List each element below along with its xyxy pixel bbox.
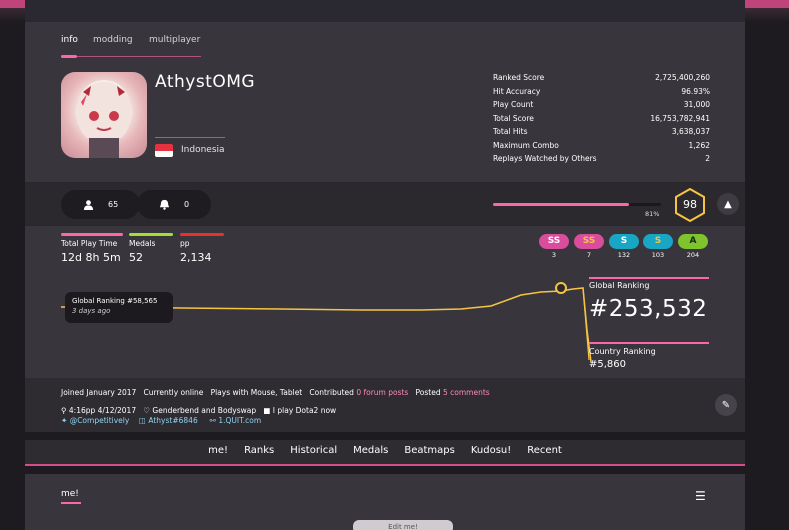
graph-tooltip: Global Ranking #58,565 3 days ago — [65, 292, 173, 323]
profile-details-row: ⚲ 4:16pp 4/12/2017 ♡ Genderbend and Body… — [61, 406, 337, 415]
global-rank-value: #253,532 — [589, 296, 708, 322]
user-icon — [83, 200, 94, 210]
bell-icon — [159, 199, 170, 210]
nav-ranks[interactable]: Ranks — [244, 445, 274, 456]
discord-icon: ◫ — [138, 416, 146, 425]
nav-medals[interactable]: Medals — [353, 445, 388, 456]
rank-history-point — [555, 282, 567, 294]
pencil-icon: ✎ — [721, 399, 731, 411]
grade-s-silver-badge: S — [609, 234, 639, 249]
avatar-illustration — [75, 80, 133, 158]
nav-historical[interactable]: Historical — [290, 445, 337, 456]
country-flag-icon[interactable] — [155, 144, 173, 157]
tab-line — [61, 56, 201, 57]
header-strip — [25, 0, 745, 22]
grade-count: 3 — [551, 251, 557, 259]
stat-row: Hit Accuracy 96.93% — [493, 86, 710, 96]
divider — [155, 137, 225, 138]
level-progress-label: 81% — [645, 210, 660, 218]
discord-handle[interactable]: Athyst#6846 — [148, 416, 197, 425]
stats-list: Ranked Score 2,725,400,260 Hit Accuracy 96… — [493, 71, 710, 166]
stat-color-bar — [180, 233, 224, 236]
pp-stat: pp 2,134 — [180, 233, 224, 264]
subscribers-button[interactable]: 0 — [137, 190, 212, 219]
global-rank-label: Global Ranking — [589, 281, 650, 290]
nav-beatmaps[interactable]: Beatmaps — [404, 445, 455, 456]
stat-row: Play Count 31,000 — [493, 100, 710, 109]
country-rank-line — [589, 342, 709, 344]
followers-button[interactable]: 65 — [61, 190, 141, 219]
level-progress-bar — [493, 203, 629, 206]
tab-info[interactable]: info — [61, 35, 78, 45]
stat-row: Maximum Combo 1,262 — [493, 140, 710, 150]
grade-a-badge: A — [678, 234, 708, 249]
profile-meta-row: Joined January 2017 Currently online Pla… — [61, 388, 490, 397]
profile-frame: info modding multiplayer AthystOMG Indon… — [25, 0, 745, 530]
followers-count: 65 — [108, 200, 119, 209]
country-name[interactable]: Indonesia — [181, 145, 225, 155]
edit-profile-button[interactable]: ✎ — [715, 394, 737, 416]
twitter-link[interactable]: @Competitively — [70, 416, 130, 425]
collapse-header-button[interactable]: ▲ — [717, 193, 739, 215]
country-rank-value: #5,860 — [589, 359, 627, 370]
grade-count: 132 — [617, 251, 631, 259]
username: AthystOMG — [155, 72, 256, 92]
me-section-title: me! — [61, 489, 79, 499]
stat-row: Ranked Score 2,725,400,260 — [493, 73, 710, 82]
comments-link[interactable]: 5 comments — [443, 388, 490, 397]
grade-ss-silver-badge: SS — [539, 234, 569, 249]
country-rank-label: Country Ranking — [589, 347, 656, 356]
subscribers-count: 0 — [184, 200, 190, 209]
chevron-up-icon: ▲ — [724, 198, 732, 210]
grade-s-badge: S — [643, 234, 673, 249]
tab-active-indicator — [61, 55, 77, 58]
tab-multiplayer[interactable]: multiplayer — [149, 35, 200, 45]
stat-row: Replays Watched by Others 2 — [493, 154, 710, 163]
tab-modding[interactable]: modding — [93, 35, 133, 45]
stat-color-bar — [129, 233, 173, 236]
level-value: 98 — [683, 198, 697, 211]
nav-kudosu[interactable]: Kudosu! — [471, 445, 511, 456]
nav-recent[interactable]: Recent — [527, 445, 562, 456]
edit-me-button[interactable]: Edit me! — [353, 520, 453, 530]
me-title-underline — [61, 502, 81, 504]
grade-count: 103 — [651, 251, 665, 259]
profile-links-row: ✦ @Competitively ◫ Athyst#6846 ⚯ 1.QUIT.… — [61, 416, 261, 425]
website-link[interactable]: 1.QUIT.com — [218, 416, 261, 425]
twitter-icon: ✦ — [61, 416, 68, 425]
nav-me[interactable]: me! — [208, 445, 228, 456]
avatar[interactable] — [61, 72, 147, 158]
global-rank-line — [589, 277, 709, 279]
play-time-stat: Total Play Time 12d 8h 5m — [61, 233, 123, 264]
grade-ss-badge: SS — [574, 234, 604, 249]
grade-count: 7 — [586, 251, 592, 259]
stat-row: Total Hits 3,638,037 — [493, 127, 710, 136]
link-icon: ⚯ — [209, 416, 216, 425]
medals-stat: Medals 52 — [129, 233, 173, 264]
forum-posts-link[interactable]: 0 forum posts — [356, 388, 408, 397]
hamburger-menu-icon[interactable]: ☰ — [695, 489, 706, 503]
stat-color-bar — [61, 233, 123, 236]
location-icon: ⚲ — [61, 406, 67, 415]
stat-row: Total Score 16,753,782,941 — [493, 113, 710, 123]
section-nav-items: me! Ranks Historical Medals Beatmaps Kud… — [25, 445, 745, 456]
heart-icon: ♡ — [143, 406, 150, 415]
briefcase-icon: ■ — [263, 406, 271, 415]
grade-count: 204 — [686, 251, 700, 259]
